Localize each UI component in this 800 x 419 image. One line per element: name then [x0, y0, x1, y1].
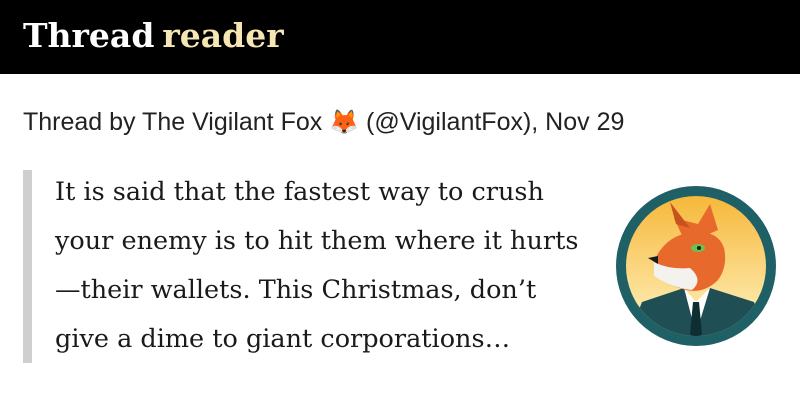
site-header: Thread reader — [0, 0, 800, 74]
quote-border — [23, 170, 32, 363]
thread-byline: Thread by The Vigilant Fox 🦊 (@VigilantF… — [23, 106, 624, 138]
tweet-line: your enemy is to hit them where it hurts — [55, 226, 579, 256]
tweet-line: It is said that the fastest way to crush — [55, 177, 544, 207]
byline-author: Thread by The Vigilant Fox — [23, 108, 323, 136]
tweet-line: —their wallets. This Christmas, don’t — [55, 275, 537, 305]
threadreader-logo[interactable]: Thread reader — [23, 14, 284, 58]
fox-in-suit-avatar[interactable] — [614, 184, 778, 348]
byline-handle-date: (@VigilantFox), Nov 29 — [366, 108, 625, 136]
logo-thread-text: Thread — [23, 16, 155, 55]
fox-emoji-icon: 🦊 — [329, 108, 360, 136]
tweet-line: give a dime to giant corporations… — [55, 324, 511, 354]
thread-first-tweet: It is said that the fastest way to crush… — [55, 168, 615, 364]
logo-reader-text: reader — [162, 16, 284, 55]
fox-pupil — [697, 246, 701, 250]
